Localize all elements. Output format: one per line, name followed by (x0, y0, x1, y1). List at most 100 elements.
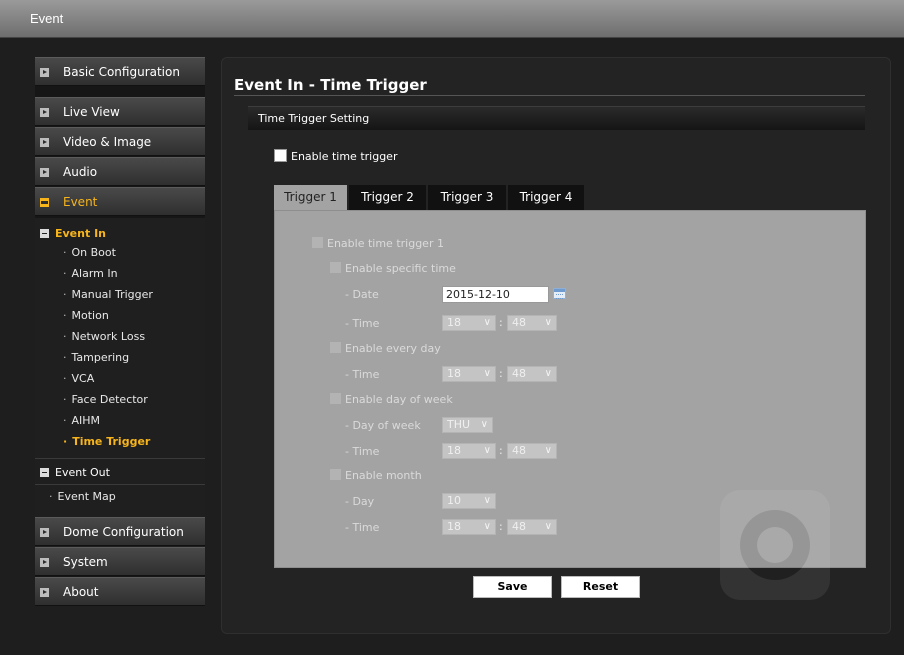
submenu-item-aihm[interactable]: · AIHM (63, 414, 100, 427)
camera-watermark-icon (720, 490, 830, 600)
submenu-item-alarm-in[interactable]: · Alarm In (63, 267, 118, 280)
tab-trigger-1[interactable]: Trigger 1 (274, 185, 347, 211)
enable-day-of-week-checkbox[interactable] (329, 392, 342, 405)
day-of-week-hour-select[interactable]: 18 ∨ (442, 443, 496, 459)
day-of-week-select[interactable]: THU ∨ (442, 417, 493, 433)
submenu-item-label: Tampering (71, 351, 130, 364)
submenu-item-network-loss[interactable]: · Network Loss (63, 330, 145, 343)
submenu-item-tampering[interactable]: · Tampering (63, 351, 129, 364)
month-time-label: - Time (345, 521, 380, 534)
month-day-label: - Day (345, 495, 375, 508)
reset-button[interactable]: Reset (561, 576, 640, 598)
menu-label: Live View (63, 105, 120, 119)
menu-label: Video & Image (63, 135, 152, 149)
submenu-event-map[interactable]: · Event Map (49, 490, 116, 503)
day-of-week-minute-select[interactable]: 48 ∨ (507, 443, 557, 459)
specific-minute-select[interactable]: 48 ∨ (507, 315, 557, 331)
submenu-item-label: VCA (71, 372, 95, 385)
menu-event[interactable]: Event (35, 187, 205, 216)
calendar-icon[interactable] (553, 288, 566, 299)
menu-video-image[interactable]: Video & Image (35, 127, 205, 156)
menu-label: System (63, 555, 108, 569)
submenu-item-label: Time Trigger (72, 435, 151, 448)
month-hour-value: 18 (447, 520, 461, 533)
collapse-icon (40, 229, 49, 238)
submenu-item-face-detector[interactable]: · Face Detector (63, 393, 148, 406)
submenu-item-label: Event Map (57, 490, 116, 503)
enable-specific-time-row: Enable specific time (329, 261, 456, 275)
collapse-square-icon (40, 198, 49, 207)
enable-day-of-week-label: Enable day of week (345, 393, 453, 406)
submenu-item-label: Manual Trigger (71, 288, 153, 301)
submenu-event-in-label: Event In (55, 227, 106, 240)
menu-audio[interactable]: Audio (35, 157, 205, 186)
top-bar-title: Event (30, 11, 64, 26)
arrow-right-square-icon (40, 168, 49, 177)
month-hour-select[interactable]: 18 ∨ (442, 519, 496, 535)
time-separator: : (499, 316, 503, 329)
time-separator: : (499, 520, 503, 533)
time-separator: : (499, 444, 503, 457)
date-input[interactable]: 2015-12-10 (442, 286, 549, 303)
specific-time-label: - Time (345, 317, 380, 330)
tab-trigger-2[interactable]: Trigger 2 (349, 185, 426, 210)
submenu-divider (35, 484, 205, 485)
chevron-down-icon: ∨ (544, 317, 552, 328)
every-day-hour-select[interactable]: 18 ∨ (442, 366, 496, 382)
menu-about[interactable]: About (35, 577, 205, 606)
arrow-right-square-icon (40, 108, 49, 117)
every-day-time-label: - Time (345, 368, 380, 381)
section-header: Time Trigger Setting (248, 106, 865, 130)
enable-trigger-1-row: Enable time trigger 1 (311, 236, 444, 250)
time-separator: : (499, 367, 503, 380)
save-button[interactable]: Save (473, 576, 552, 598)
chevron-down-icon: ∨ (483, 317, 491, 328)
menu-label: Audio (63, 165, 98, 179)
submenu-item-label: On Boot (71, 246, 116, 259)
month-minute-select[interactable]: 48 ∨ (507, 519, 557, 535)
every-day-minute-value: 48 (512, 367, 526, 380)
arrow-right-square-icon (40, 528, 49, 537)
submenu-event-out-label: Event Out (55, 466, 110, 479)
menu-basic-configuration[interactable]: Basic Configuration (35, 57, 205, 86)
submenu-item-on-boot[interactable]: · On Boot (63, 246, 116, 259)
month-day-select[interactable]: 10 ∨ (442, 493, 496, 509)
specific-hour-select[interactable]: 18 ∨ (442, 315, 496, 331)
tab-trigger-4[interactable]: Trigger 4 (508, 185, 584, 210)
chevron-down-icon: ∨ (483, 445, 491, 456)
submenu-item-motion[interactable]: · Motion (63, 309, 109, 322)
menu-dome-configuration[interactable]: Dome Configuration (35, 517, 205, 546)
submenu-divider (35, 458, 205, 459)
submenu-item-label: Face Detector (71, 393, 148, 406)
submenu-item-time-trigger[interactable]: · Time Trigger (63, 435, 150, 448)
every-day-hour-value: 18 (447, 367, 461, 380)
menu-label: Basic Configuration (63, 65, 180, 79)
enable-time-trigger-label: Enable time trigger (291, 150, 398, 163)
menu-system[interactable]: System (35, 547, 205, 576)
chevron-down-icon: ∨ (480, 419, 488, 430)
enable-time-trigger-checkbox[interactable] (274, 149, 287, 162)
enable-trigger-1-label: Enable time trigger 1 (327, 237, 444, 250)
enable-month-checkbox[interactable] (329, 468, 342, 481)
menu-live-view[interactable]: Live View (35, 97, 205, 126)
submenu-event-in[interactable]: Event In (40, 227, 106, 240)
submenu-item-label: Network Loss (71, 330, 146, 343)
chevron-down-icon: ∨ (483, 368, 491, 379)
tab-trigger-3[interactable]: Trigger 3 (428, 185, 506, 210)
event-submenu: Event In · On Boot · Alarm In · Manual Trig… (35, 218, 205, 568)
specific-minute-value: 48 (512, 316, 526, 329)
chevron-down-icon: ∨ (483, 495, 491, 506)
enable-specific-time-checkbox[interactable] (329, 261, 342, 274)
submenu-item-manual-trigger[interactable]: · Manual Trigger (63, 288, 153, 301)
arrow-right-square-icon (40, 558, 49, 567)
enable-trigger-1-checkbox[interactable] (311, 236, 324, 249)
title-divider (234, 95, 865, 96)
chevron-down-icon: ∨ (544, 368, 552, 379)
day-of-week-label: - Day of week (345, 419, 421, 432)
arrow-right-square-icon (40, 588, 49, 597)
enable-month-row: Enable month (329, 468, 422, 482)
enable-every-day-checkbox[interactable] (329, 341, 342, 354)
submenu-event-out[interactable]: Event Out (40, 466, 110, 479)
every-day-minute-select[interactable]: 48 ∨ (507, 366, 557, 382)
submenu-item-vca[interactable]: · VCA (63, 372, 94, 385)
